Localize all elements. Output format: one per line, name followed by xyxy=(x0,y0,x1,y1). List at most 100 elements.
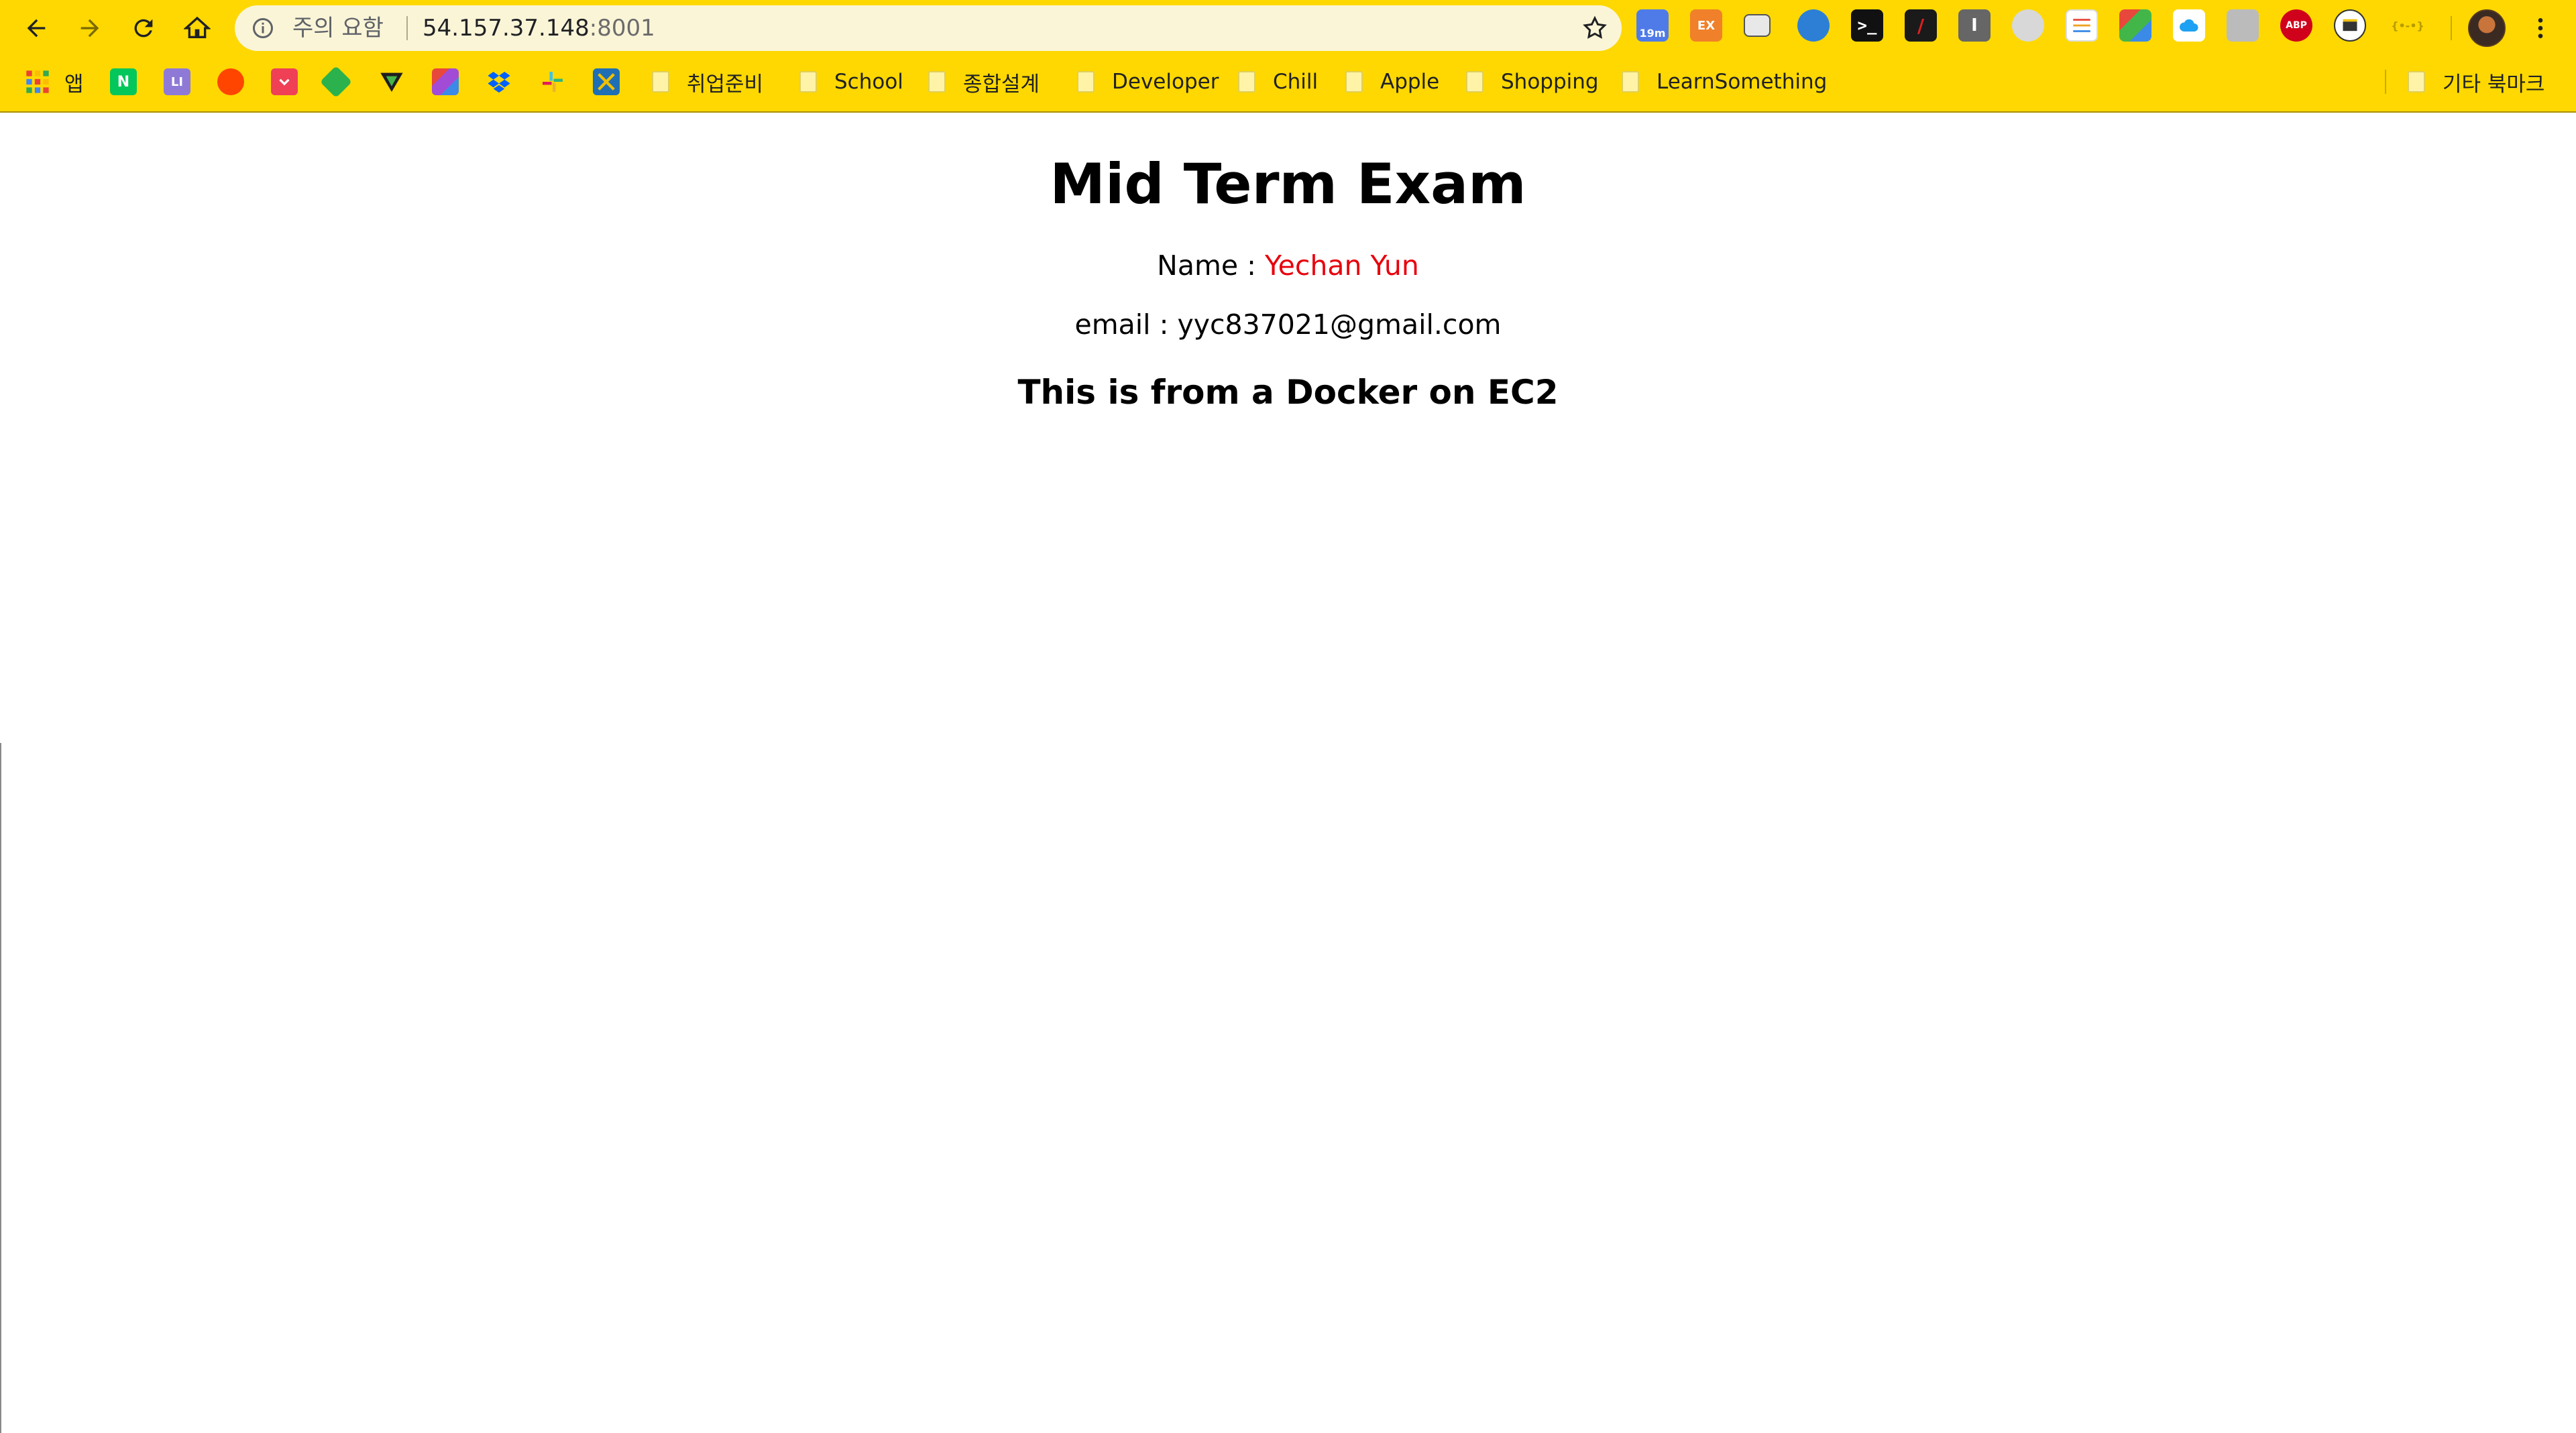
bookmark-folder-label: Chill xyxy=(1273,70,1319,94)
folder-icon xyxy=(1345,71,1363,93)
folder-icon xyxy=(1466,71,1483,93)
naver-icon[interactable]: N xyxy=(110,68,137,95)
pocket-icon[interactable] xyxy=(271,68,298,95)
toolbar-divider xyxy=(2451,16,2452,40)
home-button[interactable] xyxy=(178,9,216,47)
dropbox-icon[interactable] xyxy=(486,68,512,95)
calendar-badge: 19m xyxy=(1639,26,1666,40)
email-line: email : yyc837021@gmail.com xyxy=(0,308,2576,341)
refresh-circle-icon[interactable] xyxy=(2012,9,2044,42)
folder-icon xyxy=(799,71,817,93)
page-subtitle: This is from a Docker on EC2 xyxy=(1017,373,1559,412)
cloud-icon[interactable] xyxy=(2173,9,2205,42)
folder-icon xyxy=(2408,71,2425,93)
bookmark-folder-label: LearnSomething xyxy=(1657,70,1828,94)
bookmark-folder-3[interactable]: Developer xyxy=(1077,64,1219,99)
adblock-icon[interactable]: ABP xyxy=(2280,9,2312,42)
apps-label: 앱 xyxy=(64,72,84,97)
folder-icon xyxy=(1238,71,1255,93)
page-title: Mid Term Exam xyxy=(1050,152,1526,217)
cross-glyph xyxy=(598,73,615,91)
name-value: Yechan Yun xyxy=(1265,249,1419,282)
bookmarks-bar: 앱 N LI 취업준비 School 종합설계 Developer Chill … xyxy=(0,59,2576,103)
bookmark-star-icon[interactable] xyxy=(1581,15,1608,42)
forward-button[interactable] xyxy=(71,9,109,47)
bookmark-folder-label: Developer xyxy=(1112,70,1219,94)
adblock-label: ABP xyxy=(2286,20,2307,31)
bookmark-other[interactable]: 기타 북마크 xyxy=(2408,64,2544,99)
folder-icon xyxy=(928,71,946,93)
profile-avatar[interactable] xyxy=(2468,9,2506,47)
home-icon xyxy=(184,16,211,38)
touch-icon[interactable] xyxy=(2227,9,2259,42)
email-value: yyc837021@gmail.com xyxy=(1177,308,1502,341)
security-warning[interactable]: 주의 요함 xyxy=(292,5,384,51)
ex-icon[interactable]: EX xyxy=(1690,9,1722,42)
li-icon[interactable]: LI xyxy=(164,68,190,95)
page-content: Mid Term Exam Name : Yechan Yun email : … xyxy=(0,113,2576,1433)
bookmark-other-label: 기타 북마크 xyxy=(2443,72,2545,97)
feedly-icon[interactable] xyxy=(319,65,353,99)
bookmark-folder-0[interactable]: 취업준비 xyxy=(652,64,763,99)
page-edge xyxy=(0,743,1,1433)
slash-icon[interactable]: / xyxy=(1905,9,1937,42)
bookmark-folder-5[interactable]: Apple xyxy=(1345,64,1439,99)
url-port: :8001 xyxy=(589,15,655,42)
back-button[interactable] xyxy=(17,9,55,47)
globe-icon[interactable] xyxy=(1797,9,1830,42)
calendar-icon[interactable]: 19m xyxy=(1636,9,1669,42)
sliders-icon[interactable] xyxy=(2066,9,2098,42)
reddit-icon[interactable] xyxy=(217,68,244,95)
cloud-glyph xyxy=(2180,19,2198,32)
omnibox[interactable]: 주의 요함 54.157.37.148:8001 xyxy=(235,5,1622,51)
browser-chrome: 주의 요함 54.157.37.148:8001 19m EX >_ / I A… xyxy=(0,0,2576,113)
apps-grid-icon xyxy=(26,70,49,93)
sliders-glyph xyxy=(2073,19,2090,32)
ex-label: EX xyxy=(1697,18,1716,33)
movie-glyph xyxy=(2343,19,2357,32)
bookmark-folder-2[interactable]: 종합설계 xyxy=(928,64,1040,99)
folder-icon xyxy=(652,71,669,93)
vuetify-icon[interactable] xyxy=(378,68,405,95)
card-icon[interactable] xyxy=(1744,14,1771,37)
url-text[interactable]: 54.157.37.148:8001 xyxy=(423,5,655,51)
arrow-left-icon xyxy=(27,19,46,38)
url-host: 54.157.37.148 xyxy=(423,15,590,42)
bookmark-folder-label: Shopping xyxy=(1501,70,1599,94)
bookmark-folder-7[interactable]: LearnSomething xyxy=(1622,64,1827,99)
folder-icon xyxy=(1077,71,1095,93)
palette-icon[interactable] xyxy=(2119,9,2151,42)
bookmark-folder-label: School xyxy=(834,70,903,94)
bookmark-folder-label: 종합설계 xyxy=(963,72,1040,97)
more-vertical-icon xyxy=(2538,18,2543,38)
info-icon[interactable] xyxy=(251,16,275,40)
code-icon[interactable]: {•-•} xyxy=(2388,9,2428,42)
colors-icon[interactable] xyxy=(432,68,459,95)
bookmark-folder-label: 취업준비 xyxy=(687,72,764,97)
pocket-glyph xyxy=(279,78,290,86)
bookmark-folder-6[interactable]: Shopping xyxy=(1466,64,1599,99)
bookmark-folder-1[interactable]: School xyxy=(799,64,903,99)
toolbar: 주의 요함 54.157.37.148:8001 19m EX >_ / I A… xyxy=(0,0,2576,56)
slack-glyph xyxy=(543,72,563,92)
terminal-icon[interactable]: >_ xyxy=(1851,9,1883,42)
name-line: Name : Yechan Yun xyxy=(0,249,2576,282)
name-label: Name : xyxy=(1157,249,1266,282)
reload-icon xyxy=(134,19,153,38)
email-label: email : xyxy=(1074,308,1178,341)
movie-icon[interactable] xyxy=(2334,9,2366,42)
folder-icon xyxy=(1622,71,1639,93)
slack-icon[interactable] xyxy=(539,68,566,95)
dropbox-glyph xyxy=(488,72,510,93)
bookmark-folder-label: Apple xyxy=(1380,70,1440,94)
vuetify-glyph xyxy=(380,72,403,92)
bookmark-apps[interactable]: 앱 xyxy=(24,64,84,99)
bookmarks-divider xyxy=(2385,70,2386,94)
reload-button[interactable] xyxy=(125,9,162,47)
arrow-right-icon xyxy=(80,19,99,38)
text-cursor-icon[interactable]: I xyxy=(1958,9,1991,42)
bookmark-folder-4[interactable]: Chill xyxy=(1238,64,1318,99)
omnibox-divider xyxy=(406,16,408,40)
xcode-icon[interactable] xyxy=(593,68,620,95)
menu-button[interactable] xyxy=(2522,9,2559,47)
